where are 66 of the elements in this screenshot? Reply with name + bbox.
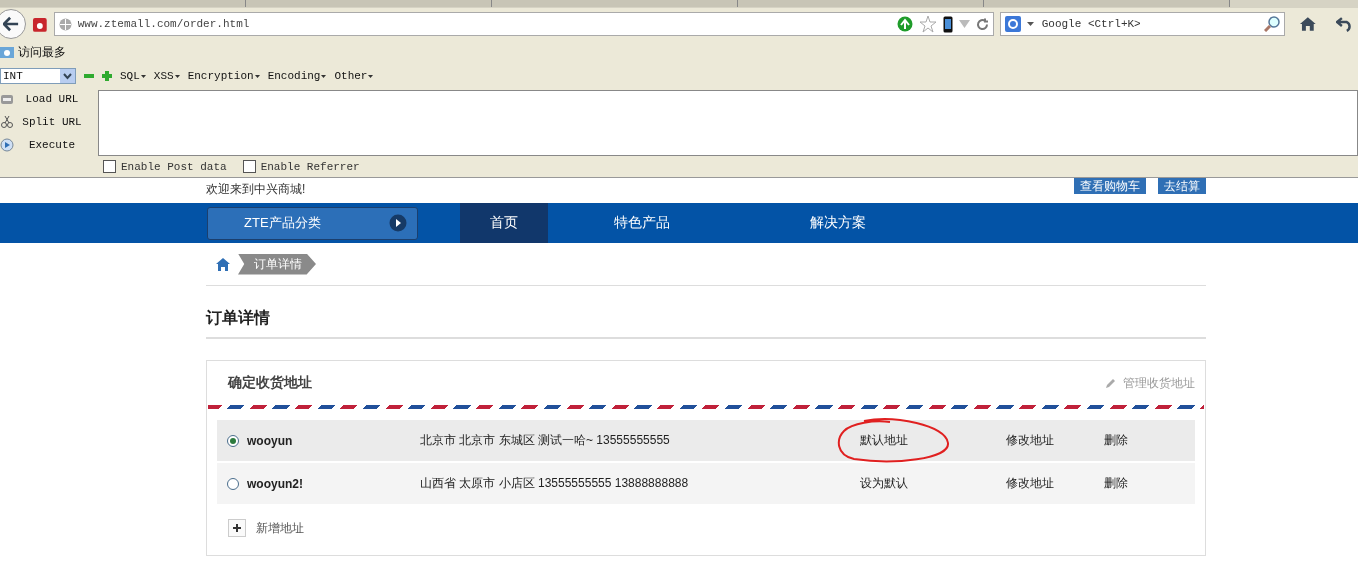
nav-tab[interactable]: 解决方案	[794, 203, 882, 243]
toolbar-button[interactable]: Split URL	[0, 115, 98, 129]
checkbox-label: Enable Referrer	[260, 160, 360, 173]
card-title: 确定收货地址	[228, 374, 312, 392]
pencil-icon	[1105, 377, 1117, 389]
checkbox-label: Enable Post data	[121, 160, 227, 173]
header-button[interactable]: 去结算	[1158, 178, 1206, 194]
radio-button[interactable]	[227, 477, 239, 490]
menu-button[interactable]: Encryption	[187, 70, 260, 82]
caret-icon	[321, 74, 327, 78]
welcome-text: 欢迎来到中兴商城!	[206, 181, 306, 198]
default-label[interactable]: 默认地址	[860, 432, 1006, 449]
search-bar[interactable]: Google <Ctrl+K>	[999, 12, 1285, 36]
back-button[interactable]	[0, 9, 26, 39]
dropdown-icon	[60, 69, 75, 83]
nav-tab[interactable]: 首页	[460, 203, 548, 243]
globe-icon	[58, 17, 72, 31]
checkbox[interactable]	[242, 160, 256, 173]
menu-button[interactable]: SQL	[120, 70, 146, 82]
address-text: 北京市 北京市 东城区 测试一哈~ 13555555555	[420, 432, 671, 449]
home-icon[interactable]	[216, 257, 230, 271]
address-row[interactable]: wooyun2! 山西省 太原市 小店区 13555555555 13888888888 设为默认 修改地址 删除	[217, 463, 1195, 504]
set-default-link[interactable]: 设为默认	[860, 475, 1006, 492]
add-address-link[interactable]: 新增地址	[256, 519, 304, 537]
star-icon[interactable]	[918, 15, 937, 33]
recipient-name: wooyun	[247, 433, 294, 448]
address-text: 山西省 太原市 小店区 13555555555 13888888888	[420, 475, 690, 492]
menu-button[interactable]: Other	[334, 70, 374, 82]
address-bar[interactable]: www.ztemall.com/order.html	[53, 12, 994, 36]
menu-button[interactable]: Encoding	[267, 70, 327, 82]
add-button[interactable]	[228, 519, 246, 537]
encoding-select[interactable]: INT	[0, 68, 76, 84]
scissors-icon	[0, 115, 14, 129]
page-title: 订单详情	[206, 286, 1206, 339]
recipient-name: wooyun2!	[247, 476, 304, 491]
nav-tab[interactable]: 特色产品	[598, 203, 686, 243]
plus-icon	[233, 524, 241, 532]
caret-icon	[254, 74, 260, 78]
delete-link[interactable]: 删除	[1104, 475, 1128, 492]
caret-icon	[174, 74, 180, 78]
url-input[interactable]	[98, 90, 1358, 156]
home-icon[interactable]	[1298, 16, 1317, 32]
phone-icon[interactable]	[942, 15, 953, 33]
plus-icon[interactable]	[102, 71, 112, 81]
menu-button[interactable]: XSS	[153, 70, 180, 82]
reload-icon[interactable]	[975, 17, 989, 31]
bookmark-item[interactable]: 访问最多	[18, 43, 66, 61]
undo-icon[interactable]	[1336, 16, 1354, 32]
play-icon	[0, 137, 14, 152]
header-button[interactable]: 查看购物车	[1074, 178, 1146, 194]
checkbox[interactable]	[103, 160, 116, 173]
toolbar-button[interactable]: Execute	[0, 137, 98, 152]
delete-link[interactable]: 删除	[1104, 432, 1128, 449]
caret-icon	[368, 74, 374, 78]
toolbar-button[interactable]: Load URL	[0, 92, 98, 107]
search-icon[interactable]	[1263, 16, 1280, 32]
radio-button[interactable]	[227, 434, 239, 447]
category-button[interactable]: ZTE产品分类	[207, 206, 418, 240]
caret-icon[interactable]	[1026, 22, 1034, 26]
go-icon[interactable]	[896, 16, 913, 32]
back-arrow-icon	[3, 16, 19, 32]
address-row[interactable]: wooyun 北京市 北京市 东城区 测试一哈~ 13555555555 默认地址 修改地址 删除	[217, 420, 1195, 461]
minus-icon[interactable]	[84, 71, 94, 81]
edit-link[interactable]: 修改地址	[1006, 475, 1104, 492]
caret-icon	[140, 74, 146, 78]
edit-link[interactable]: 修改地址	[1006, 432, 1104, 449]
